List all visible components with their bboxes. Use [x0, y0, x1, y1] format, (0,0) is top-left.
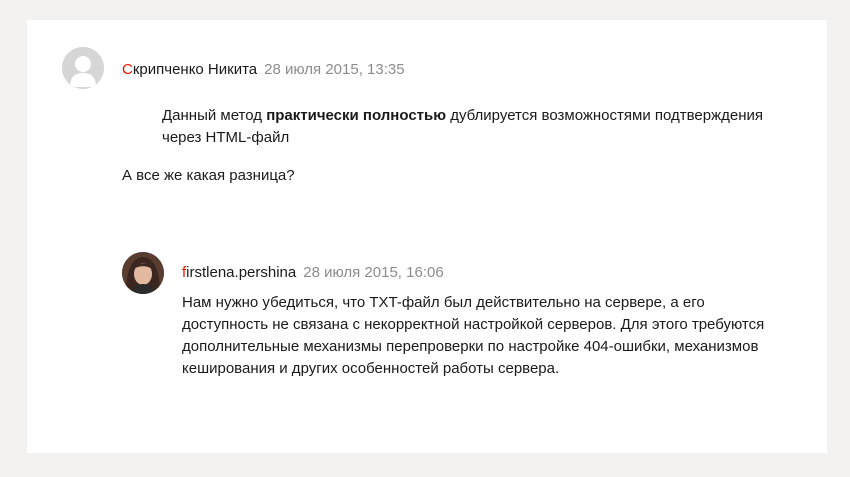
comments-card: Скрипченко Никита 28 июля 2015, 13:35 Дан…: [27, 20, 827, 453]
comment-1-date[interactable]: 28 июля 2015, 13:35: [264, 61, 404, 78]
author-name-rest: irstlena.pershina: [186, 264, 297, 281]
comment-2-author-link[interactable]: firstlena.pershina: [182, 264, 296, 281]
author-first-letter: С: [122, 61, 133, 78]
author-name-rest: крипченко Никита: [132, 61, 258, 78]
comment-2-text: Нам нужно убедиться, что TXT-файл был де…: [182, 294, 765, 377]
comment-1-meta: Скрипченко Никита 28 июля 2015, 13:35: [122, 60, 405, 80]
comment-1-text: А все же какая разница?: [122, 167, 295, 184]
comment-2-meta: firstlena.pershina 28 июля 2015, 16:06: [182, 263, 444, 283]
comment-2-date[interactable]: 28 июля 2015, 16:06: [303, 264, 443, 281]
user-photo-avatar[interactable]: [122, 252, 164, 294]
default-user-avatar-icon[interactable]: [62, 47, 104, 89]
comment-1-author-link[interactable]: Скрипченко Никита: [122, 61, 257, 78]
quote-text-before: Данный метод: [162, 107, 267, 124]
comment-1-quote: Данный метод практически полностью дубли…: [162, 105, 772, 149]
quote-text-bold: практически полностью: [266, 107, 447, 124]
